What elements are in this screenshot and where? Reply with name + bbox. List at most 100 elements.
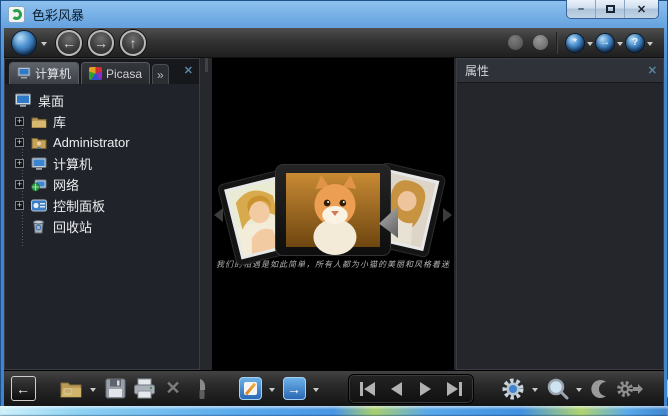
zoom-button[interactable] [544, 375, 570, 403]
convert-button[interactable]: → [281, 375, 307, 403]
tab-computer[interactable]: 计算机 [9, 62, 79, 84]
batch-process-button[interactable] [617, 375, 643, 403]
tree-item-label: 回收站 [53, 217, 92, 236]
settings-button[interactable] [500, 375, 526, 403]
last-bar-icon [459, 382, 462, 396]
kitten-photo [286, 173, 380, 247]
disabled-button-2[interactable] [533, 35, 548, 50]
disabled-button-1[interactable] [508, 35, 523, 50]
exit-viewer-button[interactable]: ← [11, 376, 36, 401]
last-image-button[interactable] [442, 377, 467, 401]
first-image-button[interactable] [355, 377, 380, 401]
help-icon: ? [632, 37, 638, 48]
batch-gear-icon [617, 379, 643, 399]
properties-panel: 属性 ✕ [456, 58, 664, 370]
delete-icon: ✕ [165, 378, 180, 399]
tree-item-label: Administrator [53, 135, 130, 150]
maximize-button[interactable] [596, 0, 625, 18]
last-arrow-icon [447, 382, 458, 396]
help-button[interactable]: ? [626, 34, 644, 52]
convert-arrow-icon: → [287, 381, 301, 397]
properties-panel-close-icon[interactable]: ✕ [648, 64, 657, 77]
next-image-button[interactable] [413, 377, 438, 401]
asterisk-icon: * [573, 37, 577, 48]
tab-computer-label: 计算机 [35, 65, 71, 82]
go-button[interactable]: → [596, 34, 614, 52]
save-icon [105, 378, 126, 399]
zoom-dropdown-icon[interactable] [576, 388, 582, 395]
network-icon [30, 177, 47, 193]
go-arrow-icon: → [600, 37, 610, 48]
expand-icon[interactable]: + [15, 180, 24, 189]
expand-icon[interactable]: + [15, 159, 24, 168]
properties-panel-header: 属性 ✕ [457, 59, 663, 83]
share-dropdown-icon[interactable] [587, 42, 593, 49]
folder-tree: 桌面 + 库 + Administrator [5, 84, 199, 369]
photo-frame-center[interactable] [275, 164, 391, 256]
computer-tab-icon [17, 67, 31, 80]
tree-item-label: 控制面板 [53, 196, 105, 215]
cut-tool-icon [196, 378, 208, 400]
save-button[interactable] [102, 375, 128, 403]
up-button[interactable]: ↑ [120, 30, 146, 56]
previous-arrow-icon [391, 382, 402, 396]
window-content: ← → ↑ * → ? [4, 28, 664, 406]
open-folder-button[interactable] [58, 375, 84, 403]
color-adjust-button[interactable] [588, 375, 614, 403]
app-menu-button[interactable] [12, 31, 36, 55]
tree-item-label: 计算机 [53, 154, 92, 173]
minimize-button[interactable]: – [567, 0, 596, 18]
libraries-icon [30, 114, 47, 130]
close-button[interactable]: ✕ [625, 0, 658, 18]
folder-panel: 计算机 Picasa » ✕ 桌面 [4, 58, 200, 370]
expand-icon[interactable]: + [15, 117, 24, 126]
settings-dropdown-icon[interactable] [532, 388, 538, 395]
edit-dropdown-icon[interactable] [269, 388, 275, 395]
magnifier-icon [546, 377, 569, 400]
control-panel-icon [30, 198, 47, 214]
tree-item-computer[interactable]: + 计算机 [5, 153, 199, 174]
tree-item-libraries[interactable]: + 库 [5, 111, 199, 132]
previous-image-button[interactable] [384, 377, 409, 401]
back-button[interactable]: ← [56, 30, 82, 56]
titlebar: 色彩风暴 – ✕ [0, 0, 668, 28]
window-caption-buttons: – ✕ [566, 0, 659, 19]
previous-photo-arrow-icon[interactable] [214, 208, 223, 222]
back-icon: ← [62, 35, 76, 51]
tab-picasa-label: Picasa [106, 67, 142, 81]
folder-panel-tabbar: 计算机 Picasa » ✕ [5, 59, 199, 84]
go-dropdown-icon[interactable] [617, 42, 623, 49]
cut-tool-button[interactable] [189, 375, 215, 403]
panel-splitter-left[interactable] [200, 58, 212, 370]
tree-item-administrator[interactable]: + Administrator [5, 132, 199, 153]
properties-panel-body [457, 83, 663, 369]
app-logo-icon [8, 6, 25, 23]
print-button[interactable] [131, 375, 157, 403]
computer-icon [30, 156, 47, 172]
tree-item-network[interactable]: + 网络 [5, 174, 199, 195]
delete-button[interactable]: ✕ [160, 375, 186, 403]
convert-dropdown-icon[interactable] [313, 388, 319, 395]
tree-item-recycle-bin[interactable]: 回收站 [5, 216, 199, 237]
edit-button[interactable] [237, 375, 263, 403]
window-title: 色彩风暴 [32, 5, 84, 24]
app-menu-dropdown-icon[interactable] [41, 42, 47, 49]
expand-icon[interactable]: + [15, 138, 24, 147]
expand-icon[interactable]: + [15, 201, 24, 210]
tree-item-control-panel[interactable]: + 控制面板 [5, 195, 199, 216]
folder-panel-close-icon[interactable]: ✕ [184, 64, 193, 77]
recycle-bin-icon [30, 219, 47, 235]
gear-icon [501, 377, 525, 401]
properties-panel-title: 属性 [465, 62, 489, 79]
forward-button[interactable]: → [88, 30, 114, 56]
help-dropdown-icon[interactable] [647, 42, 653, 49]
open-folder-dropdown-icon[interactable] [90, 388, 96, 395]
tree-item-desktop[interactable]: 桌面 [5, 90, 199, 111]
next-photo-arrow-icon[interactable] [443, 208, 452, 222]
tab-picasa[interactable]: Picasa [81, 62, 150, 84]
open-folder-icon [59, 379, 83, 399]
tab-overflow-button[interactable]: » [152, 64, 169, 84]
share-button[interactable]: * [566, 34, 584, 52]
top-toolbar-right: * → ? [498, 32, 656, 54]
crescent-icon [592, 379, 610, 399]
